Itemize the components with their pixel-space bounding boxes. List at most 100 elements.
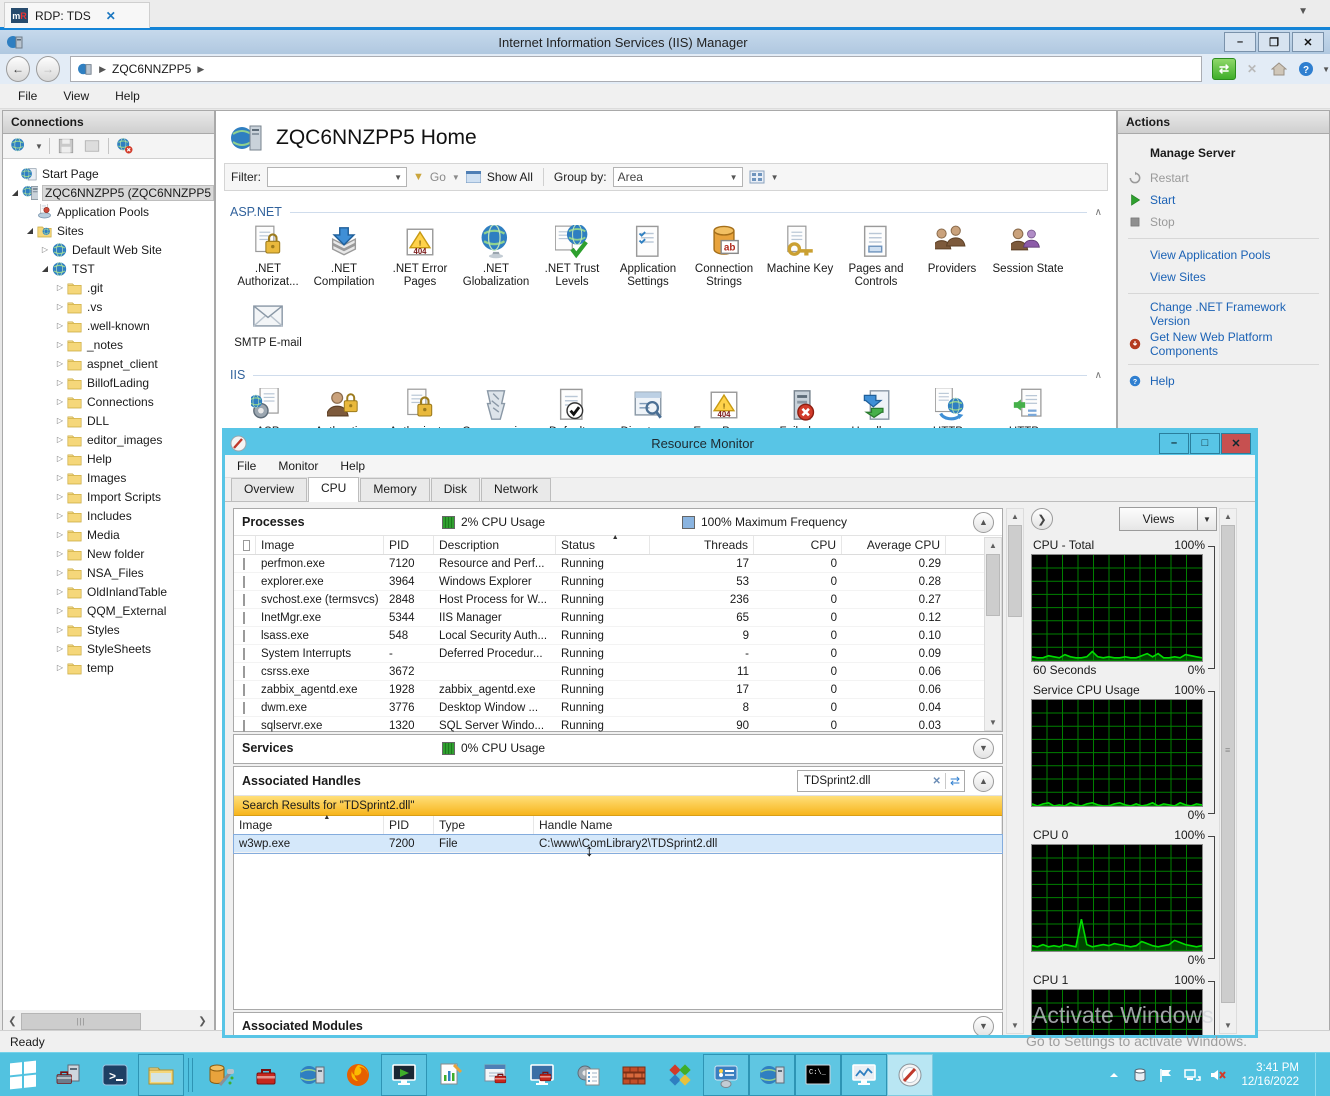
taskbar-firefox[interactable] (335, 1055, 381, 1095)
resmon-minimize-button[interactable]: – (1159, 432, 1189, 454)
tree-item-includes[interactable]: ▷ Includes (3, 506, 214, 525)
taskbar-firewall[interactable] (611, 1055, 657, 1095)
taskbar-cmd[interactable]: C:\_ (795, 1054, 841, 1096)
expanded-expander-icon[interactable]: ◢ (39, 264, 51, 273)
select-all-checkbox[interactable] (234, 536, 256, 554)
connect-dropdown-icon[interactable]: ▼ (35, 142, 43, 151)
feature-connection-strings[interactable]: ab Connection Strings (686, 225, 762, 289)
collapsed-expander-icon[interactable]: ▷ (54, 340, 66, 349)
column-header-description[interactable]: Description (434, 536, 556, 554)
collapsed-expander-icon[interactable]: ▷ (54, 473, 66, 482)
process-row-lsass-exe[interactable]: lsass.exe 548 Local Security Auth... Runnin… (234, 627, 1002, 645)
process-row-inetmgr-exe[interactable]: InetMgr.exe 5344 IIS Manager Running 65 0 0.12 (234, 609, 1002, 627)
views-dropdown-icon[interactable]: ▼ (1197, 508, 1216, 530)
tree-item-qqm-external[interactable]: ▷ QQM_External (3, 601, 214, 620)
handles-column-image[interactable]: Image ▲ (234, 814, 384, 834)
tree-item-images[interactable]: ▷ Images (3, 468, 214, 487)
remove-connection-icon[interactable] (115, 137, 135, 155)
taskbar-computer-management[interactable] (519, 1055, 565, 1095)
processes-collapse-button[interactable]: ▲ (973, 511, 994, 533)
iis-restore-button[interactable]: ❐ (1258, 32, 1290, 52)
handle-row-w3wp-exe[interactable]: w3wp.exe 7200 File C:\www\ComLibrary2\TDSpr… (233, 834, 1003, 854)
tree-item-billoflading[interactable]: ▷ BillofLading (3, 373, 214, 392)
process-checkbox[interactable] (234, 683, 256, 696)
tree-item-sites[interactable]: ◢ Sites (3, 221, 214, 240)
go-button[interactable]: Go (430, 170, 446, 184)
resmon-main-scrollbar[interactable]: ▲ ▼ (1006, 508, 1024, 1034)
tray-volume-muted-icon[interactable] (1209, 1066, 1227, 1084)
expanded-expander-icon[interactable]: ◢ (9, 188, 21, 197)
expanded-expander-icon[interactable]: ◢ (24, 226, 36, 235)
process-row-perfmon-exe[interactable]: perfmon.exe 7120 Resource and Perf... Runni… (234, 555, 1002, 573)
tree-item-zqc6nnzpp5-zqc6nnzpp5[interactable]: ◢ ZQC6NNZPP5 (ZQC6NNZPP5 (3, 183, 214, 202)
tree-item-vs[interactable]: ▷ .vs (3, 297, 214, 316)
feature-net-globalization[interactable]: .NET Globalization (458, 225, 534, 289)
feature-session-state[interactable]: Session State (990, 225, 1066, 289)
feature-net-trust-levels[interactable]: .NET Trust Levels (534, 225, 610, 289)
tree-item-media[interactable]: ▷ Media (3, 525, 214, 544)
show-desktop-button[interactable] (1315, 1053, 1324, 1096)
action-view-application-pools[interactable]: View Application Pools (1128, 245, 1319, 265)
process-row-sqlservr-exe[interactable]: sqlservr.exe 1320 SQL Server Windo... Runni… (234, 717, 1002, 735)
tree-item-start-page[interactable]: Start Page (3, 164, 214, 183)
action-change-net-framework-version[interactable]: Change .NET Framework Version (1128, 300, 1319, 328)
tray-network-icon[interactable] (1183, 1066, 1202, 1084)
resmon-tab-memory[interactable]: Memory (360, 478, 430, 501)
resmon-close-button[interactable]: ✕ (1221, 432, 1251, 454)
collapsed-expander-icon[interactable]: ▷ (39, 245, 51, 254)
process-row-csrss-exe[interactable]: csrss.exe 3672 Running 11 0 0.06 (234, 663, 1002, 681)
feature-net-authorization[interactable]: .NET Authorizat... (230, 225, 306, 289)
help-dropdown-icon[interactable]: ▼ (1322, 65, 1330, 74)
tree-item-stylesheets[interactable]: ▷ StyleSheets (3, 639, 214, 658)
handles-column-handle-name[interactable]: Handle Name (534, 816, 1002, 834)
resmon-tab-network[interactable]: Network (481, 478, 552, 501)
scrollbar-thumb[interactable]: ||| (21, 1013, 141, 1030)
taskbar-clock[interactable]: 3:41 PM 12/16/2022 (1241, 1061, 1299, 1089)
column-header-pid[interactable]: PID (384, 536, 434, 554)
show-all-button[interactable]: Show All (487, 170, 533, 184)
collapsed-expander-icon[interactable]: ▷ (54, 378, 66, 387)
menu-help[interactable]: Help (115, 89, 140, 103)
taskbar-event-viewer[interactable] (427, 1055, 473, 1095)
process-checkbox[interactable] (234, 629, 256, 642)
tree-item-well-known[interactable]: ▷ .well-known (3, 316, 214, 335)
process-checkbox[interactable] (234, 557, 256, 570)
tree-item-oldinlandtable[interactable]: ▷ OldInlandTable (3, 582, 214, 601)
resmon-menu-help[interactable]: Help (340, 459, 365, 473)
handles-column-pid[interactable]: PID (384, 816, 434, 834)
taskbar-services[interactable] (565, 1055, 611, 1095)
process-checkbox[interactable] (234, 665, 256, 678)
collapsed-expander-icon[interactable]: ▷ (54, 359, 66, 368)
go-dropdown-icon[interactable]: ▼ (452, 173, 460, 182)
group-collapse-icon[interactable]: ∧ (1095, 207, 1102, 218)
clear-search-icon[interactable]: ✕ (929, 776, 945, 787)
view-mode-dropdown-icon[interactable]: ▼ (771, 173, 779, 182)
tray-flag-icon[interactable] (1157, 1066, 1175, 1084)
tree-item-editor-images[interactable]: ▷ editor_images (3, 430, 214, 449)
tree-item-import-scripts[interactable]: ▷ Import Scripts (3, 487, 214, 506)
connect-server-icon[interactable] (9, 137, 29, 155)
collapsed-expander-icon[interactable]: ▷ (54, 587, 66, 596)
taskbar-resource-monitor[interactable] (887, 1054, 933, 1096)
action-start[interactable]: Start (1128, 190, 1319, 210)
tree-item-notes[interactable]: ▷ _notes (3, 335, 214, 354)
scroll-right-icon[interactable]: ❯ (194, 1016, 211, 1027)
rdp-dropdown-icon[interactable]: ▼ (1298, 6, 1308, 17)
taskbar-admin-toolbox[interactable] (243, 1055, 289, 1095)
collapsed-expander-icon[interactable]: ▷ (54, 397, 66, 406)
feature-net-error-pages[interactable]: ! 404 .NET Error Pages (382, 225, 458, 289)
stop-refresh-button[interactable]: ✕ (1241, 59, 1263, 79)
taskbar-file-explorer[interactable] (138, 1054, 184, 1096)
iis-minimize-button[interactable]: – (1224, 32, 1256, 52)
process-checkbox[interactable] (234, 719, 256, 732)
process-checkbox[interactable] (234, 575, 256, 588)
handles-search-input[interactable]: TDSprint2.dll ✕ ⇄ (797, 770, 965, 792)
modules-expand-button[interactable]: ▼ (973, 1015, 994, 1035)
collapsed-expander-icon[interactable]: ▷ (54, 568, 66, 577)
action-get-new-web-platform-components[interactable]: Get New Web Platform Components (1128, 330, 1319, 358)
column-header-cpu[interactable]: CPU (754, 536, 842, 554)
taskbar-remote-desktop[interactable] (381, 1054, 427, 1096)
collapsed-expander-icon[interactable]: ▷ (54, 625, 66, 634)
services-expand-button[interactable]: ▼ (973, 737, 994, 759)
rename-icon[interactable] (82, 137, 102, 155)
